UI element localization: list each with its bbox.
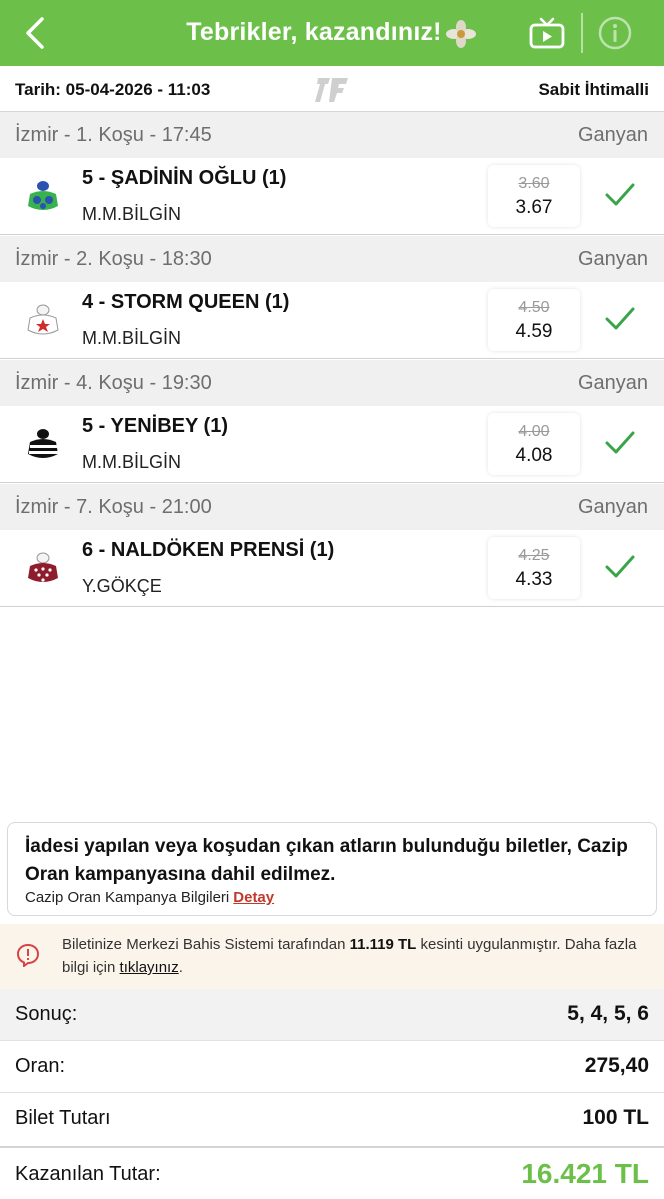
summary-odds-row: Oran: 275,40 (0, 1041, 664, 1093)
bet-type: Ganyan (577, 124, 648, 146)
campaign-notice: İadesi yapılan veya koşudan çıkan atları… (7, 822, 657, 916)
winnings-label: Kazanılan Tutar: (15, 1163, 161, 1185)
tv-icon[interactable] (529, 16, 565, 50)
race-info: İzmir - 7. Koşu - 21:00 (15, 496, 212, 518)
race-info: İzmir - 2. Koşu - 18:30 (15, 248, 212, 270)
odds-box: 4.00 4.08 (488, 413, 580, 475)
stake-label: Bilet Tutarı (15, 1107, 111, 1129)
campaign-sub: Cazip Oran Kampanya Bilgileri Detay (25, 889, 274, 906)
horse-name: 5 - ŞADİNİN OĞLU (1) (82, 167, 287, 189)
odds-value: 275,40 (584, 1054, 649, 1077)
check-icon (605, 431, 635, 454)
flower-icon (445, 19, 476, 48)
jockey-silk-icon (28, 181, 58, 210)
check-icon (605, 183, 635, 206)
chevron-left-icon[interactable] (20, 14, 54, 52)
details-link[interactable]: tıklayınız (120, 959, 179, 976)
jockey-name: M.M.BİLGİN (82, 452, 182, 472)
check-icon (605, 307, 635, 330)
bet-type: Ganyan (577, 496, 648, 518)
race-info: İzmir - 1. Koşu - 17:45 (15, 124, 212, 146)
odds-box: 4.25 4.33 (488, 537, 580, 599)
winnings-value: 16.421 TL (521, 1158, 649, 1189)
ticket-date: Tarih: 05-04-2026 - 11:03 (15, 80, 211, 99)
jockey-silk-icon (27, 304, 59, 335)
campaign-sub-label: Cazip Oran Kampanya Bilgileri (25, 889, 230, 906)
deduction-warning: Biletinize Merkezi Bahis Sistemi tarafın… (0, 924, 664, 990)
horse-name: 5 - YENİBEY (1) (82, 415, 228, 437)
horse-name: 6 - NALDÖKEN PRENSİ (1) (82, 539, 335, 561)
odds-new: 4.33 (515, 569, 553, 590)
warning-text-part: Biletinize Merkezi Bahis Sistemi tarafın… (62, 936, 350, 953)
info-icon[interactable] (598, 16, 632, 50)
page-title-text: Tebrikler, kazandınız! (186, 18, 442, 47)
race-header: İzmir - 4. Koşu - 19:30 Ganyan (0, 360, 664, 406)
summary-stake-row: Bilet Tutarı 100 TL (0, 1093, 664, 1145)
race-selection-row[interactable]: 6 - NALDÖKEN PRENSİ (1) Y.GÖKÇE 4.25 4.3… (0, 530, 664, 607)
warning-text: Biletinize Merkezi Bahis Sistemi tarafın… (62, 933, 654, 979)
header-divider (581, 13, 583, 53)
deduction-amount: 11.119 TL (349, 936, 417, 953)
campaign-text: İadesi yapılan veya koşudan çıkan atları… (25, 836, 628, 885)
bet-type: Ganyan (577, 248, 648, 270)
race-selection-row[interactable]: 5 - ŞADİNİN OĞLU (1) M.M.BİLGİN 3.60 3.6… (0, 158, 664, 235)
odds-new: 3.67 (515, 197, 553, 218)
odds-old: 4.50 (518, 299, 550, 316)
summary-winnings-row: Kazanılan Tutar: 16.421 TL (0, 1146, 664, 1199)
campaign-detail-link[interactable]: Detay (233, 889, 274, 906)
app-header: Tebrikler, kazandınız! (0, 0, 664, 66)
ticket-info-bar: Tarih: 05-04-2026 - 11:03 Sabit İhtimall… (0, 66, 664, 112)
jockey-name: M.M.BİLGİN (82, 328, 182, 348)
warning-text-end: . (178, 959, 183, 976)
odds-box: 4.50 4.59 (488, 289, 580, 351)
odds-old: 3.60 (518, 175, 550, 192)
odds-box: 3.60 3.67 (488, 165, 580, 227)
race-selection-row[interactable]: 5 - YENİBEY (1) M.M.BİLGİN 4.00 4.08 (0, 406, 664, 483)
result-value: 5, 4, 5, 6 (567, 1002, 649, 1025)
alert-icon (16, 943, 40, 967)
jockey-silk-icon (28, 552, 58, 582)
result-label: Sonuç: (15, 1003, 78, 1025)
jockey-silk-icon (28, 429, 58, 458)
jockey-name: M.M.BİLGİN (82, 204, 182, 224)
race-header: İzmir - 1. Koşu - 17:45 Ganyan (0, 112, 664, 158)
brand-logo-icon (315, 78, 348, 102)
race-selection-row[interactable]: 4 - STORM QUEEN (1) M.M.BİLGİN 4.50 4.59 (0, 282, 664, 359)
odds-old: 4.00 (518, 423, 550, 440)
odds-old: 4.25 (518, 547, 550, 564)
odds-label: Oran: (15, 1055, 66, 1077)
jockey-name: Y.GÖKÇE (82, 576, 162, 596)
race-header: İzmir - 2. Koşu - 18:30 Ganyan (0, 236, 664, 282)
bet-mode-label: Sabit İhtimalli (538, 80, 649, 99)
check-icon (605, 555, 635, 578)
odds-new: 4.08 (515, 445, 553, 466)
summary-result-row: Sonuç: 5, 4, 5, 6 (0, 989, 664, 1041)
bet-type: Ganyan (577, 372, 648, 394)
race-header: İzmir - 7. Koşu - 21:00 Ganyan (0, 484, 664, 530)
page-title: Tebrikler, kazandınız! (186, 18, 477, 48)
horse-name: 4 - STORM QUEEN (1) (82, 291, 290, 313)
odds-new: 4.59 (515, 321, 553, 342)
stake-value: 100 TL (582, 1106, 649, 1129)
race-info: İzmir - 4. Koşu - 19:30 (15, 372, 212, 394)
